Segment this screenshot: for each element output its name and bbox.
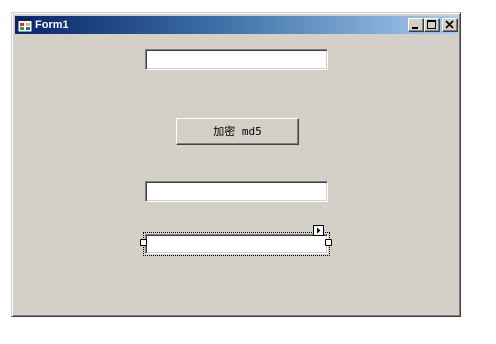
- input-textbox-top[interactable]: [145, 49, 328, 70]
- selected-textbox[interactable]: [145, 234, 328, 254]
- title-bar[interactable]: Form1: [15, 16, 458, 34]
- form-icon[interactable]: [17, 17, 33, 33]
- maximize-icon: [427, 20, 436, 29]
- resize-handle-left[interactable]: [140, 239, 147, 246]
- minimize-button[interactable]: [408, 18, 424, 32]
- maximize-button[interactable]: [424, 18, 440, 32]
- close-button[interactable]: [442, 18, 458, 32]
- minimize-icon: [412, 27, 418, 29]
- window-title: Form1: [35, 19, 69, 31]
- encrypt-md5-button[interactable]: 加密 md5: [176, 118, 299, 145]
- resize-handle-right[interactable]: [325, 239, 332, 246]
- smart-tag-arrow-icon: [317, 227, 321, 234]
- close-icon: [445, 20, 454, 29]
- form-window: Form1 加密 md5: [11, 12, 461, 317]
- output-textbox-middle[interactable]: [145, 181, 328, 202]
- smart-tag-button[interactable]: [313, 225, 324, 236]
